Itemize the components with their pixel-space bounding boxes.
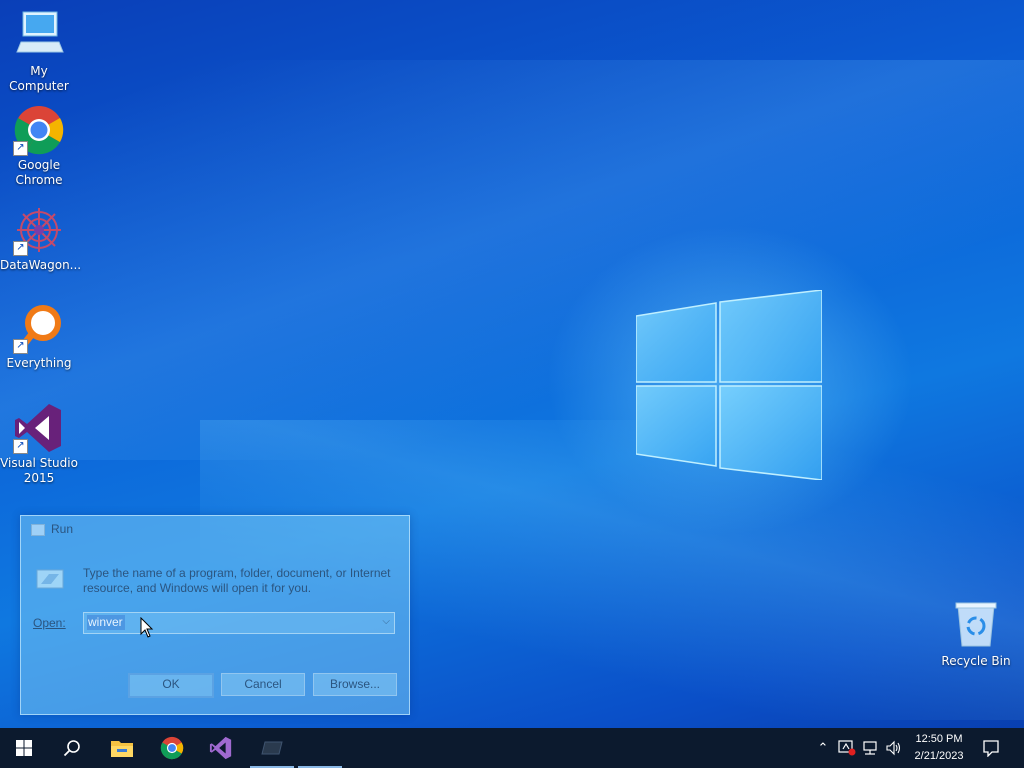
chevron-up-icon: ⌃ <box>817 740 829 756</box>
desktop-icon-recycle-bin[interactable]: Recycle Bin <box>937 600 1015 669</box>
browse-button[interactable]: Browse... <box>313 673 397 696</box>
run-program-icon <box>36 569 64 589</box>
chrome-icon <box>160 736 184 760</box>
shortcut-arrow-icon: ↗ <box>13 339 28 354</box>
search-button[interactable] <box>48 728 96 768</box>
notification-icon <box>983 740 999 757</box>
taskbar-clock[interactable]: 12:50 PM 2/21/2023 <box>905 731 973 765</box>
run-dialog-titlebar[interactable]: Run <box>21 516 409 544</box>
open-input[interactable] <box>86 614 370 630</box>
desktop-icon-label: Visual Studio 2015 <box>0 456 78 485</box>
run-dialog: Run Type the name of a program, folder, … <box>20 515 410 715</box>
desktop-icon-label: Google Chrome <box>15 158 63 187</box>
mouse-cursor-icon <box>140 617 154 638</box>
start-button[interactable] <box>0 728 48 768</box>
security-alert-icon <box>838 740 856 756</box>
folder-icon <box>111 741 133 757</box>
action-center-button[interactable] <box>978 728 1004 768</box>
show-hidden-icons-button[interactable]: ⌃ <box>812 728 834 768</box>
tray-network-button[interactable] <box>860 728 882 768</box>
run-window-icon <box>261 741 283 755</box>
recycle-bin-icon <box>950 600 1002 652</box>
open-label: Open: <box>33 616 66 630</box>
tray-security-icon-button[interactable] <box>836 728 858 768</box>
desktop-icon-label: My Computer <box>9 64 69 93</box>
computer-icon <box>13 10 65 62</box>
desktop-icon-label: Everything <box>6 356 72 370</box>
visual-studio-icon: ↗ <box>13 402 65 454</box>
taskbar-visual-studio[interactable] <box>197 728 245 768</box>
cancel-button[interactable]: Cancel <box>221 673 305 696</box>
desktop-icon-everything[interactable]: ↗ Everything <box>0 302 78 371</box>
tray-volume-button[interactable] <box>884 728 904 768</box>
volume-icon <box>886 740 901 756</box>
desktop-icon-datawagon[interactable]: ↗ DataWagon... <box>0 204 82 273</box>
open-combobox[interactable]: ⌵ <box>83 612 395 634</box>
desktop-icon-label: DataWagon... <box>0 258 82 272</box>
chevron-down-icon[interactable]: ⌵ <box>382 616 390 627</box>
shortcut-arrow-icon: ↗ <box>13 439 28 454</box>
desktop-icon-label: Recycle Bin <box>941 654 1011 668</box>
search-icon <box>63 740 80 757</box>
desktop-icon-google-chrome[interactable]: ↗ Google Chrome <box>0 104 78 188</box>
taskbar-active-window[interactable] <box>296 728 344 768</box>
datawagon-icon: ↗ <box>13 204 65 256</box>
everything-search-icon: ↗ <box>13 302 65 354</box>
visual-studio-icon <box>209 736 232 760</box>
taskbar-run-window[interactable] <box>248 728 296 768</box>
ok-button[interactable]: OK <box>128 673 214 698</box>
run-dialog-description: Type the name of a program, folder, docu… <box>83 566 391 595</box>
run-window-icon <box>31 524 45 536</box>
shortcut-arrow-icon: ↗ <box>13 241 28 256</box>
clock-time: 12:50 PM <box>915 733 963 745</box>
taskbar: ⌃ 12:50 PM 2/21/2023 <box>0 728 1024 768</box>
desktop-light-beam <box>0 60 1024 460</box>
chrome-icon: ↗ <box>13 104 65 156</box>
network-icon <box>863 741 877 755</box>
shortcut-arrow-icon: ↗ <box>13 141 28 156</box>
taskbar-google-chrome[interactable] <box>148 728 196 768</box>
windows-logo-wallpaper <box>636 290 822 480</box>
desktop-icon-my-computer[interactable]: My Computer <box>0 10 78 94</box>
windows-start-icon <box>16 740 32 756</box>
taskbar-file-explorer[interactable] <box>98 728 146 768</box>
run-dialog-title: Run <box>51 522 74 536</box>
clock-date: 2/21/2023 <box>914 750 964 762</box>
desktop-icon-visual-studio-2015[interactable]: ↗ Visual Studio 2015 <box>0 402 78 486</box>
